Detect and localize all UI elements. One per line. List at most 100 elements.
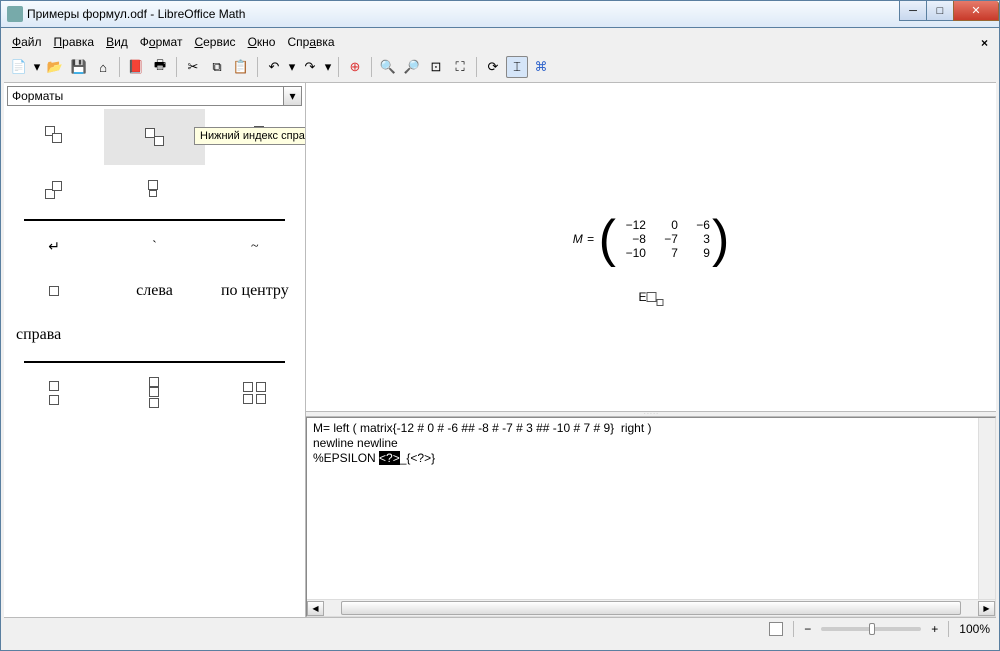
slider-knob[interactable]	[869, 623, 875, 635]
palette-item-stack3[interactable]	[104, 367, 204, 417]
zoom-slider[interactable]	[821, 627, 921, 631]
title-bar: Примеры формул.odf - LibreOffice Math ─ …	[0, 0, 1000, 28]
chevron-down-icon[interactable]: ▾	[284, 86, 302, 106]
help-button[interactable]: ⊕	[344, 56, 366, 78]
scrollbar-vertical[interactable]	[978, 418, 995, 599]
separator	[476, 57, 477, 77]
category-input[interactable]	[7, 86, 284, 106]
palette-item-stack[interactable]	[4, 367, 104, 417]
palette-item-sub-right[interactable]	[104, 109, 204, 165]
palette-item-sup-left[interactable]	[4, 109, 104, 165]
copy-button[interactable]: ⧉	[206, 56, 228, 78]
menu-help[interactable]: Справка	[283, 33, 338, 51]
separator	[793, 621, 794, 637]
menu-bar: Файл Правка Вид Формат Сервис Окно Справ…	[4, 32, 996, 52]
palette-item[interactable]	[205, 165, 305, 215]
palette-row: слева по центру	[4, 269, 305, 313]
undo-button[interactable]: ↶	[263, 56, 285, 78]
minimize-button[interactable]: ─	[899, 1, 927, 21]
toolbar: 📄 ▾ 📂 💾 ⌂ 📕 🖶 ✂ ⧉ 📋 ↶ ▾ ↷ ▾ ⊕ 🔍 🔎 ⊡ ⛶ ⟳ …	[4, 52, 996, 82]
app-frame: Файл Правка Вид Формат Сервис Окно Справ…	[0, 28, 1000, 651]
zoom-100-button[interactable]: ⊡	[425, 56, 447, 78]
tooltip: Нижний индекс справа	[194, 127, 305, 145]
undo-dropdown[interactable]: ▾	[287, 56, 297, 78]
palette-divider	[24, 361, 285, 363]
elements-panel: ▾	[4, 83, 306, 617]
refresh-button[interactable]: ⟳	[482, 56, 504, 78]
menu-window[interactable]: Окно	[244, 33, 280, 51]
paste-button[interactable]: 📋	[230, 56, 252, 78]
window-controls: ─ □ ✕	[900, 1, 999, 21]
palette-item-nospace[interactable]	[4, 269, 104, 313]
palette-item-small-gap[interactable]: `	[104, 225, 204, 269]
palette-item-align-center[interactable]: по центру	[205, 269, 305, 313]
menu-edit[interactable]: Правка	[50, 33, 99, 51]
palette-item-matrix[interactable]	[205, 367, 305, 417]
palette: Нижний индекс справа ↵ ` ~ слева по цент…	[4, 109, 305, 617]
palette-item-align-right[interactable]: справа	[4, 313, 112, 357]
print-button[interactable]: 🖶	[149, 56, 171, 78]
cut-button[interactable]: ✂	[182, 56, 204, 78]
zoom-plus[interactable]: +	[931, 622, 938, 636]
palette-item-sub-left[interactable]	[4, 165, 104, 215]
zoom-in-button[interactable]: 🔍	[377, 56, 399, 78]
formula-display: M = ( −120−6 −8−73 −1079 )	[573, 213, 730, 265]
window-title: Примеры формул.odf - LibreOffice Math	[27, 7, 245, 21]
app-icon	[7, 6, 23, 22]
open-button[interactable]: 📂	[44, 56, 66, 78]
cursor-button[interactable]: ⌶	[506, 56, 528, 78]
formula-canvas[interactable]: M = ( −120−6 −8−73 −1079 ) E	[306, 83, 996, 411]
palette-row: справа	[4, 313, 305, 357]
palette-row: Нижний индекс справа	[4, 165, 305, 215]
maximize-button[interactable]: □	[926, 1, 954, 21]
home-button[interactable]: ⌂	[92, 56, 114, 78]
scroll-right-icon[interactable]: ▶	[978, 601, 995, 616]
redo-dropdown[interactable]: ▾	[323, 56, 333, 78]
zoom-value[interactable]: 100%	[959, 622, 990, 636]
var-m: M	[573, 232, 583, 246]
palette-item-sub-below[interactable]	[104, 165, 204, 215]
menu-view[interactable]: Вид	[102, 33, 132, 51]
paren-right: )	[712, 213, 729, 265]
matrix-body: −120−6 −8−73 −1079	[616, 218, 712, 260]
menu-tools[interactable]: Сервис	[190, 33, 239, 51]
separator	[257, 57, 258, 77]
new-button[interactable]: 📄	[8, 56, 30, 78]
redo-button[interactable]: ↷	[299, 56, 321, 78]
export-pdf-button[interactable]: 📕	[125, 56, 147, 78]
workspace: ▾	[4, 82, 996, 617]
zoom-out-button[interactable]: 🔎	[401, 56, 423, 78]
palette-row: ↵ ` ~	[4, 225, 305, 269]
category-combo[interactable]: ▾	[7, 86, 302, 106]
menu-format[interactable]: Формат	[136, 33, 187, 51]
zoom-fit-button[interactable]: ⛶	[449, 56, 471, 78]
separator	[176, 57, 177, 77]
palette-item-align-left[interactable]: слева	[104, 269, 204, 313]
scrollbar-thumb[interactable]	[341, 601, 961, 615]
menu-file[interactable]: Файл	[8, 33, 46, 51]
scrollbar-horizontal[interactable]: ◀ ▶	[307, 599, 995, 616]
code-editor: M= left ( matrix{-12 # 0 # -6 ## -8 # -7…	[306, 417, 996, 617]
close-button[interactable]: ✕	[953, 1, 999, 21]
zoom-minus[interactable]: −	[804, 622, 811, 636]
placeholder-icon	[647, 292, 657, 302]
epsilon-display: E	[638, 288, 663, 308]
symbols-button[interactable]: ⌘	[530, 56, 552, 78]
separator	[119, 57, 120, 77]
palette-item-gap[interactable]: ~	[205, 225, 305, 269]
save-status-icon[interactable]	[769, 622, 783, 636]
matrix: ( −120−6 −8−73 −1079 )	[599, 213, 730, 265]
status-bar: − + 100%	[4, 617, 996, 639]
separator	[338, 57, 339, 77]
equals-sign: =	[587, 232, 594, 246]
save-button[interactable]: 💾	[68, 56, 90, 78]
doc-close-icon[interactable]: ×	[977, 34, 992, 52]
palette-item-newline[interactable]: ↵	[4, 225, 104, 269]
code-text[interactable]: M= left ( matrix{-12 # 0 # -6 ## -8 # -7…	[307, 418, 978, 599]
scroll-left-icon[interactable]: ◀	[307, 601, 324, 616]
separator	[948, 621, 949, 637]
new-dropdown[interactable]: ▾	[32, 56, 42, 78]
separator	[371, 57, 372, 77]
palette-row	[4, 367, 305, 417]
paren-left: (	[599, 213, 616, 265]
